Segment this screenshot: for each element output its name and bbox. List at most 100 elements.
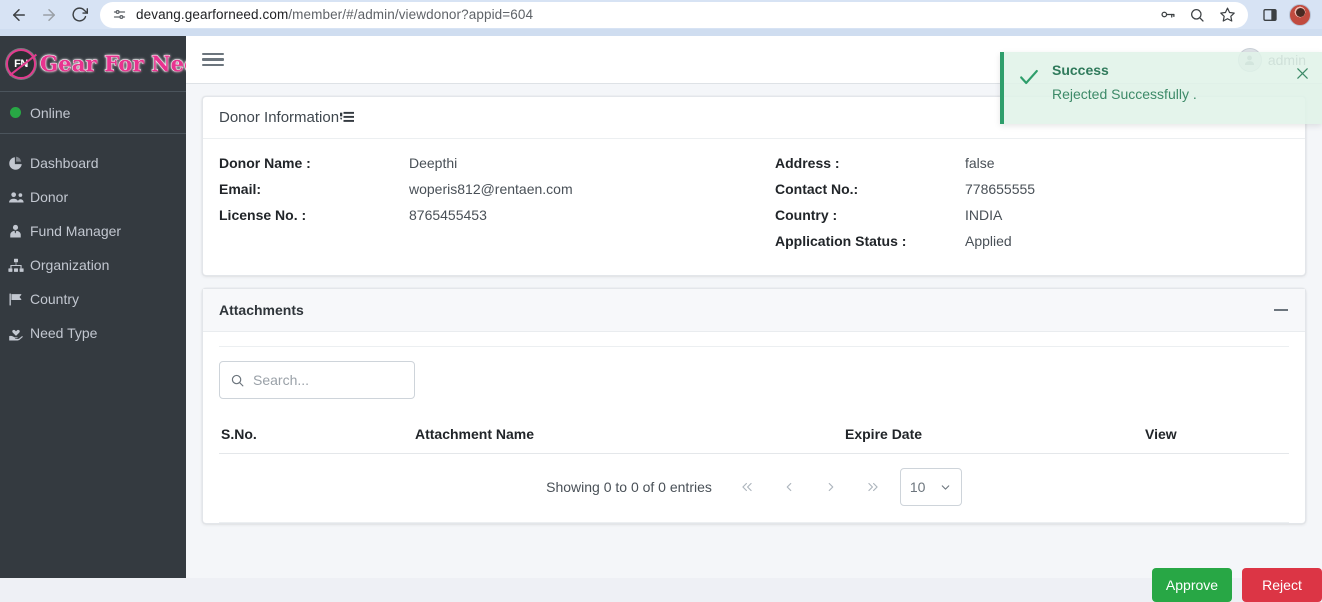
info-value: 778655555 bbox=[965, 181, 1036, 197]
brand-name: Gear For Need bbox=[40, 51, 186, 77]
browser-toolbar: devang.gearforneed.com/member/#/admin/vi… bbox=[0, 0, 1322, 29]
chrome-right-actions bbox=[1256, 1, 1322, 29]
chevron-down-icon bbox=[939, 481, 952, 494]
page-size-value: 10 bbox=[909, 479, 926, 495]
chevron-left-icon[interactable] bbox=[768, 474, 810, 500]
sidebar-item-organization[interactable]: Organization bbox=[0, 248, 186, 282]
pie-chart-icon bbox=[8, 154, 28, 172]
sidebar-item-donor[interactable]: Donor bbox=[0, 180, 186, 214]
status-label: Online bbox=[30, 104, 71, 121]
sidebar-item-label: Organization bbox=[30, 257, 110, 273]
info-value: woperis812@rentaen.com bbox=[409, 181, 573, 197]
pagination: Showing 0 to 0 of 0 entries 10 bbox=[219, 454, 1289, 523]
sidebar: FN Gear For Need Online Dashboard Donor bbox=[0, 36, 186, 578]
info-label: Contact No.: bbox=[775, 181, 859, 197]
pagination-info: Showing 0 to 0 of 0 entries bbox=[546, 479, 712, 495]
brand-badge-text: FN bbox=[14, 57, 28, 70]
sidebar-nav: Dashboard Donor Fund Manager Organizatio… bbox=[0, 134, 186, 350]
column-header-view[interactable]: View bbox=[1145, 417, 1289, 454]
action-bar: Approve Reject bbox=[372, 568, 1322, 602]
profile-avatar-icon[interactable] bbox=[1286, 1, 1314, 29]
info-value: false bbox=[965, 155, 995, 171]
url-text: devang.gearforneed.com/member/#/admin/vi… bbox=[136, 7, 534, 22]
table-head: S.No. Attachment Name Expire Date View bbox=[219, 417, 1289, 454]
column-header-sno[interactable]: S.No. bbox=[219, 417, 415, 454]
search-magnifier-icon[interactable] bbox=[1182, 3, 1212, 27]
sidebar-item-label: Need Type bbox=[30, 325, 98, 341]
check-icon bbox=[1018, 62, 1040, 114]
search-input-wrap[interactable] bbox=[219, 361, 415, 399]
reject-button[interactable]: Reject bbox=[1242, 568, 1322, 602]
chevron-right-icon[interactable] bbox=[810, 474, 852, 500]
close-icon[interactable] bbox=[1295, 66, 1310, 81]
double-chevron-right-icon[interactable] bbox=[852, 474, 894, 500]
topbar: admin Success Rejected Successfully . bbox=[186, 36, 1322, 124]
sidebar-item-need-type[interactable]: Need Type bbox=[0, 316, 186, 350]
info-value: INDIA bbox=[965, 207, 1003, 223]
double-chevron-left-icon[interactable] bbox=[726, 474, 768, 500]
flag-icon bbox=[8, 290, 28, 308]
info-label: Donor Name : bbox=[219, 155, 311, 171]
toast-text: Success Rejected Successfully . bbox=[1052, 62, 1197, 114]
brand-badge-icon: FN bbox=[6, 48, 36, 79]
search-input[interactable] bbox=[253, 372, 404, 388]
donor-card-title-text: Donor Information bbox=[219, 109, 340, 126]
online-status: Online bbox=[0, 92, 186, 134]
site-settings-icon[interactable] bbox=[108, 4, 130, 26]
list-detail-icon bbox=[340, 111, 355, 124]
approve-button[interactable]: Approve bbox=[1152, 568, 1232, 602]
content-area: admin Success Rejected Successfully . bbox=[186, 36, 1322, 602]
donor-info-grid: Donor Name : Deepthi Address : false Ema… bbox=[219, 155, 1289, 249]
donor-card-body: Donor Name : Deepthi Address : false Ema… bbox=[203, 139, 1305, 275]
info-value: Applied bbox=[965, 233, 1012, 249]
omnibox-actions bbox=[1152, 2, 1246, 27]
sidebar-item-label: Donor bbox=[30, 189, 69, 205]
info-label: License No. : bbox=[219, 207, 307, 223]
address-bar[interactable]: devang.gearforneed.com/member/#/admin/vi… bbox=[100, 1, 1248, 28]
user-tie-icon bbox=[8, 222, 28, 240]
sidebar-item-dashboard[interactable]: Dashboard bbox=[0, 146, 186, 180]
sidebar-item-label: Fund Manager bbox=[30, 223, 122, 239]
brand-logo[interactable]: FN Gear For Need bbox=[0, 36, 186, 92]
page-size-select[interactable]: 10 bbox=[899, 468, 962, 506]
column-header-expire-date[interactable]: Expire Date bbox=[845, 417, 1145, 454]
app-root: FN Gear For Need Online Dashboard Donor bbox=[0, 36, 1322, 602]
info-value: Deepthi bbox=[409, 155, 458, 171]
attachments-card: Attachments S. bbox=[202, 288, 1306, 524]
info-label: Email: bbox=[219, 181, 262, 197]
attachments-card-body: S.No. Attachment Name Expire Date View S… bbox=[203, 332, 1305, 523]
hamburger-menu-icon[interactable] bbox=[202, 49, 224, 71]
info-label: Country : bbox=[775, 207, 838, 223]
forward-arrow-icon bbox=[34, 1, 64, 29]
star-icon[interactable] bbox=[1212, 3, 1242, 27]
info-value: 8765455453 bbox=[409, 207, 487, 223]
users-icon bbox=[8, 188, 28, 206]
sidebar-item-country[interactable]: Country bbox=[0, 282, 186, 316]
back-arrow-icon[interactable] bbox=[4, 1, 34, 29]
sidebar-item-fund-manager[interactable]: Fund Manager bbox=[0, 214, 186, 248]
search-icon bbox=[230, 373, 245, 388]
attachments-table-wrap: S.No. Attachment Name Expire Date View S… bbox=[219, 346, 1289, 523]
side-panel-icon[interactable] bbox=[1256, 1, 1284, 29]
sidebar-item-label: Dashboard bbox=[30, 155, 99, 171]
attachments-card-header: Attachments bbox=[203, 289, 1305, 332]
avatar bbox=[1289, 3, 1311, 26]
info-label: Application Status : bbox=[775, 233, 907, 249]
toast-title: Success bbox=[1052, 62, 1109, 78]
info-label: Address : bbox=[775, 155, 840, 171]
password-key-icon[interactable] bbox=[1152, 3, 1182, 27]
attachments-table: S.No. Attachment Name Expire Date View bbox=[219, 417, 1289, 454]
minimize-icon[interactable] bbox=[1271, 301, 1291, 319]
table-header-row: S.No. Attachment Name Expire Date View bbox=[219, 417, 1289, 454]
sidebar-item-label: Country bbox=[30, 291, 80, 307]
browser-chrome: devang.gearforneed.com/member/#/admin/vi… bbox=[0, 0, 1322, 36]
sitemap-icon bbox=[8, 256, 28, 274]
toast-message: Rejected Successfully . bbox=[1052, 86, 1197, 102]
page-title: Donor Information bbox=[219, 109, 355, 126]
reload-icon[interactable] bbox=[64, 1, 94, 29]
column-header-name[interactable]: Attachment Name bbox=[415, 417, 845, 454]
attachments-title: Attachments bbox=[219, 302, 304, 318]
hand-heart-icon bbox=[8, 324, 28, 342]
status-dot-icon bbox=[10, 107, 21, 118]
success-toast: Success Rejected Successfully . bbox=[1000, 52, 1322, 124]
